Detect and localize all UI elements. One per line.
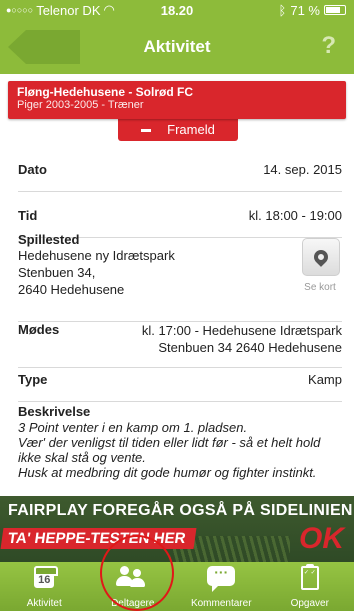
venue-line-3: 2640 Hedehusene xyxy=(18,282,125,297)
team-name: Fløng-Hedehusene - Solrød FC xyxy=(17,85,193,99)
type-label: Type xyxy=(18,372,48,387)
tab-label: Deltagere xyxy=(111,598,155,609)
team-banner[interactable]: Fløng-Hedehusene - Solrød FC Piger 2003-… xyxy=(8,81,346,119)
venue-row: Spillested Hedehusene ny Idrætspark Sten… xyxy=(18,232,342,322)
description-line-4: Husk at medbring dit gode humør og fight… xyxy=(18,465,317,480)
tab-kommentarer[interactable]: ··· Kommentarer xyxy=(177,562,266,611)
description-line-2: Vær' der venligst til tiden eller lidt f… xyxy=(18,435,321,450)
tab-label: Aktivitet xyxy=(26,598,62,609)
description-block: Beskrivelse 3 Point venter i en kamp om … xyxy=(18,404,348,480)
ad-banner[interactable]: FAIRPLAY FOREGÅR OGSÅ PÅ SIDELINIEN TA' … xyxy=(0,496,354,562)
ad-cta: TA' HEPPE-TESTEN HER xyxy=(0,528,197,549)
type-value: Kamp xyxy=(308,372,342,387)
meeting-line-1: kl. 17:00 - Hedehusene Idrætspark xyxy=(141,323,342,338)
team-group: Piger 2003-2005 - Træner xyxy=(17,99,144,111)
clipboard-icon xyxy=(300,564,319,590)
map-pin-icon xyxy=(311,247,331,267)
page-title: Aktivitet xyxy=(143,37,211,56)
help-button[interactable]: ? xyxy=(321,32,336,60)
meeting-label: Mødes xyxy=(18,322,60,337)
tab-aktivitet[interactable]: 16 Aktivitet xyxy=(0,562,89,611)
detail-rows: Spillested Hedehusene ny Idrætspark Sten… xyxy=(0,74,354,502)
tab-deltagere[interactable]: Deltagere xyxy=(89,562,178,611)
meeting-line-2: Stenbuen 34 2640 Hedehusene xyxy=(158,340,342,355)
comment-dots: ··· xyxy=(214,564,229,580)
calendar-icon: 16 xyxy=(34,566,59,588)
venue-line-1: Hedehusene ny Idrætspark xyxy=(18,248,175,263)
map-label[interactable]: Se kort xyxy=(298,282,342,293)
venue-label: Spillested xyxy=(18,232,80,247)
description-line-3: ikke skal stå og vente. xyxy=(18,450,146,465)
type-row: Type Kamp xyxy=(18,372,342,402)
nav-bar: Aktivitet ? xyxy=(0,20,354,74)
participants-icon xyxy=(115,566,150,588)
bluetooth-icon: ᛒ xyxy=(278,2,287,18)
meeting-row: Mødes kl. 17:00 - Hedehusene Idrætspark … xyxy=(18,322,342,368)
tab-label: Opgaver xyxy=(290,598,329,609)
tab-bar: 16 Aktivitet Deltagere ··· Kommentarer O… xyxy=(0,562,354,611)
description-label: Beskrivelse xyxy=(18,404,91,419)
ok-logo: OK xyxy=(299,522,344,555)
comment-icon: ··· xyxy=(207,564,236,592)
tab-opgaver[interactable]: Opgaver xyxy=(266,562,354,611)
map-button[interactable] xyxy=(302,238,340,276)
status-bar: ●○○○○ Telenor DK ◠ 18.20 ᛒ 71 % xyxy=(0,0,354,20)
calendar-day: 16 xyxy=(38,574,51,586)
battery-icon xyxy=(324,5,346,15)
venue-line-2: Stenbuen 34, xyxy=(18,265,96,280)
tab-label: Kommentarer xyxy=(190,598,252,609)
battery-percent: 71 % xyxy=(290,2,320,18)
ad-headline: FAIRPLAY FOREGÅR OGSÅ PÅ SIDELINIEN xyxy=(8,502,353,519)
description-line-1: 3 Point venter i en kamp om 1. pladsen. xyxy=(18,420,248,435)
